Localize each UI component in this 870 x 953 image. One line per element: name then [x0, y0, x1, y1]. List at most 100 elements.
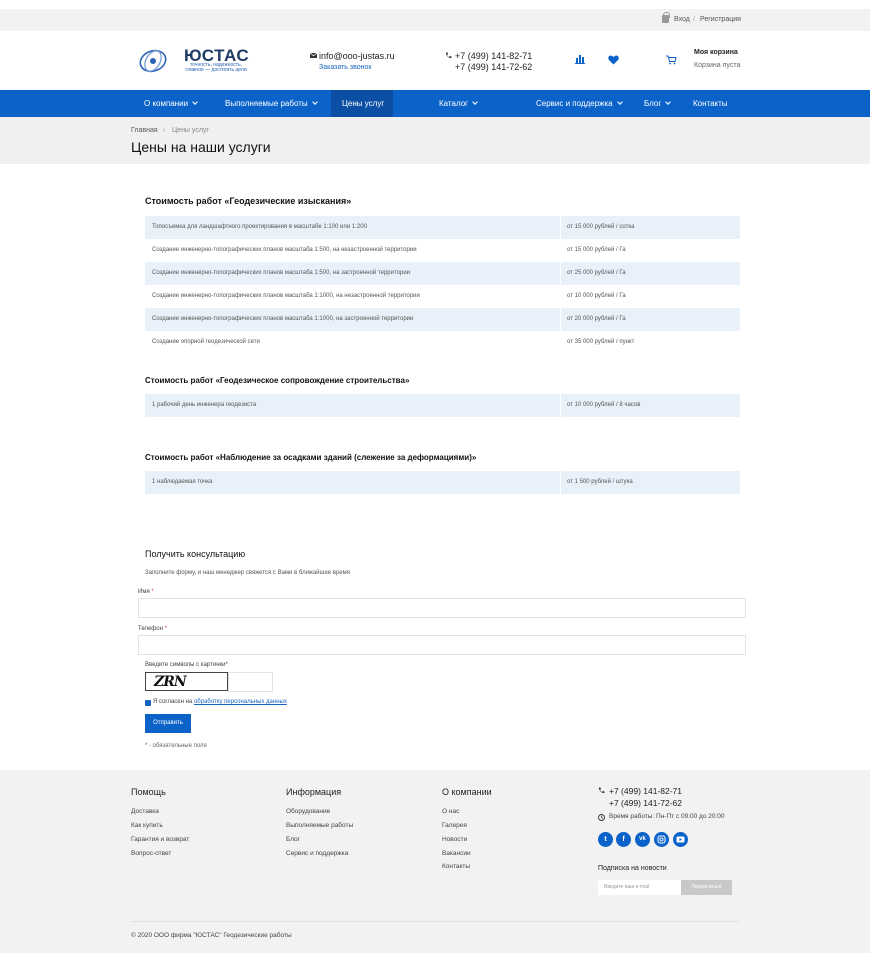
service-price: от 15 000 рублей / сотка [567, 224, 635, 230]
nav-item-about[interactable]: О компании [132, 90, 212, 117]
cart-icon[interactable] [666, 55, 677, 65]
nav-item-catalog[interactable]: Каталог [426, 90, 521, 117]
cart-title[interactable]: Моя корзина [694, 49, 738, 56]
chevron-down-icon [192, 99, 198, 105]
header [0, 31, 870, 90]
phone-label-text: Телефон [138, 626, 163, 632]
form-description: Заполните форму, и наш менеджер свяжется… [145, 570, 351, 576]
topbar-separator: / [693, 16, 695, 23]
subscribe-email-input[interactable]: Введите ваш e-mail [598, 880, 681, 895]
required-mark: * [151, 589, 154, 595]
service-name: Создание инженерно-топографических плано… [152, 247, 417, 253]
service-name: 1 рабочий день инженера геодезиста [152, 402, 257, 408]
nav-item-service[interactable]: Сервис и поддержка [523, 90, 633, 117]
agree-checkbox[interactable] [145, 700, 151, 706]
footer-link[interactable]: Вакансии [442, 850, 471, 857]
page-title: Цены на наши услуги [131, 139, 271, 155]
footer-link[interactable]: Сервис и поддержка [286, 850, 348, 857]
footer-link[interactable]: Контакты [442, 863, 470, 870]
compare-icon[interactable] [575, 55, 585, 64]
cart-status: Корзина пуста [694, 62, 741, 69]
mail-icon [310, 53, 317, 58]
instagram-icon[interactable] [654, 832, 669, 847]
nav-item-contacts[interactable]: Контакты [683, 90, 741, 117]
service-price: от 25 000 рублей / Га [567, 270, 626, 276]
chevron-down-icon [472, 99, 478, 105]
table-row: 1 наблюдаемая точка от 1 500 рублей / шту… [145, 471, 740, 494]
clock-icon [598, 814, 605, 821]
top-bar: Вход / Регистрация [0, 9, 870, 31]
copyright: © 2020 ООО фирма "ЮСТАС" Геодезические р… [131, 932, 292, 939]
table-row: Топосъемка для ландшафтного проектирован… [145, 216, 740, 239]
footer-link[interactable]: Как купить [131, 822, 163, 829]
nav-item-prices-label: Цены услуг [342, 99, 385, 108]
favorites-icon[interactable] [608, 55, 619, 65]
footer-link[interactable]: Гарантия и возврат [131, 836, 189, 843]
agree-label: Я согласен на обработку персональных дан… [153, 699, 287, 705]
section-title-construction: Стоимость работ «Геодезическое сопровожд… [145, 376, 410, 385]
header-phone-2[interactable]: +7 (499) 141-72-62 [455, 62, 532, 72]
header-email[interactable]: info@ooo-justas.ru [319, 51, 395, 61]
section-title-monitoring: Стоимость работ «Наблюдение за осадками … [145, 453, 477, 462]
nav-item-service-label: Сервис и поддержка [536, 99, 613, 108]
captcha-image: ZRN [145, 672, 228, 691]
name-label-text: Имя [138, 589, 150, 595]
service-name: 1 наблюдаемая точка [152, 479, 213, 485]
phone-icon [599, 787, 605, 794]
subscribe-button[interactable]: Подписаться [681, 880, 732, 895]
logo-tagline: точность, надежность, главное — достигат… [176, 63, 256, 73]
logo-icon[interactable] [138, 48, 170, 74]
service-price: от 15 000 рублей / Га [567, 247, 626, 253]
captcha-label: Введите символы с картинки* [145, 662, 228, 668]
nav-item-blog[interactable]: Блог [633, 90, 683, 117]
twitter-icon[interactable]: t [598, 832, 613, 847]
footer-link[interactable]: О нас [442, 808, 459, 815]
privacy-link[interactable]: обработку персональных данных [194, 699, 287, 705]
breadcrumb-home[interactable]: Главная [131, 127, 158, 134]
footer-company-title: О компании [442, 787, 492, 797]
form-title: Получить консультацию [145, 549, 246, 559]
phone-input[interactable] [138, 635, 746, 655]
chevron-down-icon [665, 99, 672, 105]
footer-link[interactable]: Доставка [131, 808, 159, 815]
table-row: Создание инженерно-топографических плано… [145, 239, 740, 262]
footer-link[interactable]: Вопрос-ответ [131, 850, 171, 857]
table-row: Создание опорной геодезической сети от 35… [145, 331, 740, 354]
lock-icon [662, 12, 670, 23]
name-input[interactable] [138, 598, 746, 618]
nav-item-works[interactable]: Выполняемые работы [212, 90, 330, 117]
facebook-icon[interactable]: f [616, 832, 631, 847]
breadcrumb-separator: › [163, 127, 166, 134]
footer-link[interactable]: Выполняемые работы [286, 822, 353, 829]
footer-link[interactable]: Оборудование [286, 808, 330, 815]
footer-link[interactable]: Блог [286, 836, 300, 843]
footer-link[interactable]: Галерея [442, 822, 467, 829]
phone-icon [446, 52, 452, 59]
nav-item-about-label: О компании [144, 99, 189, 108]
footer-phone-2[interactable]: +7 (499) 141-72-62 [609, 798, 682, 808]
section-title-survey: Стоимость работ «Геодезические изыскания… [145, 196, 352, 206]
table-row: 1 рабочий день инженера геодезиста от 10 … [145, 394, 740, 417]
submit-button[interactable]: Отправить [145, 714, 191, 733]
nav-item-prices[interactable]: Цены услуг [331, 90, 393, 117]
youtube-icon[interactable] [673, 832, 688, 847]
service-price: от 10 000 рублей / 8 часов [567, 402, 641, 408]
name-label: Имя * [138, 589, 154, 595]
vk-icon[interactable]: vk [635, 832, 650, 847]
service-name: Создание инженерно-топографических плано… [152, 270, 411, 276]
working-hours: Время работы: Пн-Пт с 09:00 до 20:00 [609, 813, 725, 820]
nav-item-catalog-label: Каталог [439, 99, 469, 108]
cell-divider [560, 308, 561, 331]
cell-divider [560, 262, 561, 285]
register-link[interactable]: Регистрация [700, 16, 741, 23]
footer-link[interactable]: Новости [442, 836, 467, 843]
footer-phone-1[interactable]: +7 (499) 141-82-71 [609, 786, 682, 796]
phone-label: Телефон * [138, 626, 167, 632]
callback-link[interactable]: Заказать звонок [319, 64, 371, 71]
captcha-input[interactable] [228, 672, 273, 692]
youtube-glyph [676, 836, 685, 843]
nav-item-blog-label: Блог [644, 99, 662, 108]
service-name: Создание инженерно-топографических плано… [152, 316, 414, 322]
login-link[interactable]: Вход [674, 16, 690, 23]
header-phone-1[interactable]: +7 (499) 141-82-71 [455, 51, 532, 61]
